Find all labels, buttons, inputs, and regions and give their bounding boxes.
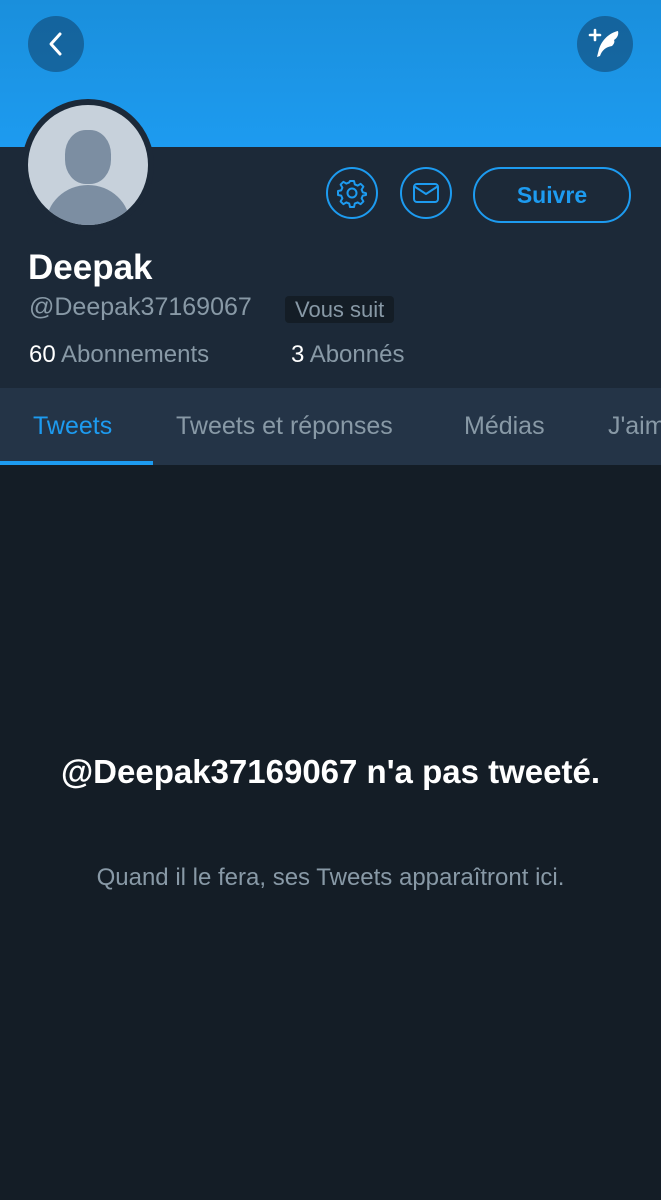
tab-tweets-and-replies[interactable]: Tweets et réponses bbox=[176, 388, 393, 465]
profile-name: Deepak bbox=[28, 248, 153, 287]
message-button[interactable] bbox=[400, 167, 452, 219]
back-button[interactable] bbox=[28, 16, 84, 72]
settings-button[interactable] bbox=[326, 167, 378, 219]
avatar[interactable] bbox=[22, 99, 154, 231]
tab-tweets[interactable]: Tweets bbox=[33, 388, 112, 465]
following-stat[interactable]: 60 Abonnements bbox=[29, 340, 209, 370]
compose-quill-icon bbox=[588, 28, 619, 57]
followers-stat[interactable]: 3 Abonnés bbox=[291, 340, 404, 370]
followers-count: 3 bbox=[291, 341, 305, 368]
empty-state-subtitle: Quand il le fera, ses Tweets apparaîtron… bbox=[96, 864, 565, 891]
active-tab-indicator bbox=[0, 461, 153, 465]
empty-state-title: @Deepak37169067 n'a pas tweeté. bbox=[60, 753, 600, 790]
followers-label: Abonnés bbox=[309, 341, 405, 368]
profile-tabs: Tweets Tweets et réponses Médias J'aime bbox=[0, 388, 661, 465]
default-avatar-image bbox=[28, 105, 148, 225]
profile-handle: @Deepak37169067 bbox=[29, 293, 252, 321]
envelope-icon bbox=[413, 183, 439, 203]
following-count: 60 bbox=[29, 341, 56, 368]
chevron-left-icon bbox=[49, 32, 62, 56]
gear-icon bbox=[337, 180, 367, 208]
follow-button[interactable]: Suivre bbox=[473, 167, 631, 223]
compose-tweet-button[interactable] bbox=[577, 16, 633, 72]
profile-screen: Suivre Deepak @Deepak37169067 Vous suit … bbox=[0, 0, 661, 1200]
following-label: Abonnements bbox=[61, 341, 210, 368]
follows-you-badge: Vous suit bbox=[285, 296, 395, 323]
tab-likes[interactable]: J'aime bbox=[608, 388, 661, 465]
tab-media[interactable]: Médias bbox=[464, 388, 545, 465]
